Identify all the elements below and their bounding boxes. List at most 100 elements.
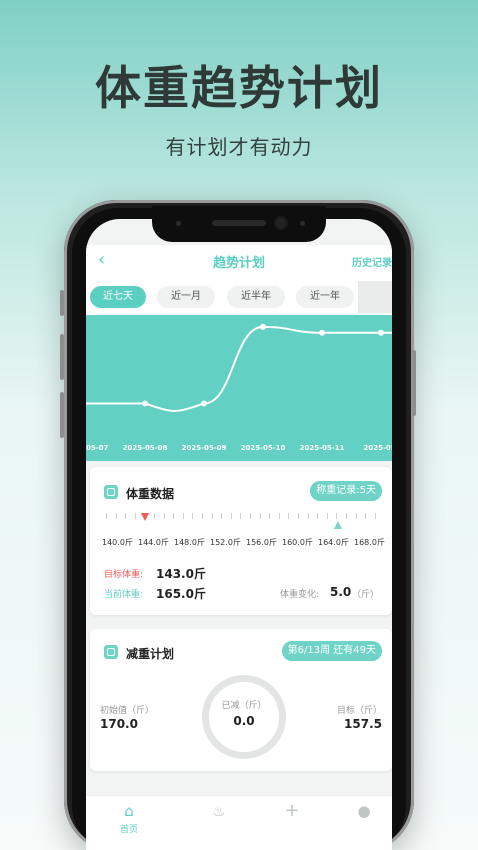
scale-label: 144.0斤 (138, 538, 169, 547)
ruler-tick (202, 513, 203, 519)
user-icon: ● (357, 802, 371, 820)
x-tick-label: 2025-05-08 (123, 444, 168, 452)
tabbar-item-profile[interactable]: ● (344, 802, 384, 820)
scale-label: 160.0斤 (282, 538, 313, 547)
tab-7days[interactable]: 近七天 (90, 286, 146, 308)
initial-value: 170.0 (100, 717, 138, 731)
weight-change-label: 体重变化: (280, 590, 320, 600)
mute-switch (60, 290, 64, 316)
plan-icon (104, 645, 118, 659)
ruler-tick (317, 513, 319, 519)
data-point[interactable] (142, 400, 148, 407)
lost-label: 已减（斤） (221, 701, 267, 711)
weight-data-card: 体重数据 称重记录:5天 140.0斤 144.0斤 148.0斤 152.0斤… (90, 467, 392, 615)
x-tick-label: 2025-05-10 (241, 444, 286, 452)
current-weight-value: 165.0斤 (156, 587, 206, 601)
lost-value: 0.0 (233, 714, 255, 728)
scale-label: 140.0斤 (102, 538, 133, 547)
ruler-tick (355, 513, 357, 519)
goal-value: 157.5 (344, 717, 382, 731)
tabbar-item-flame[interactable]: ♨ (199, 802, 239, 820)
period-tabs: 近七天 近一月 近半年 近一年 (86, 277, 392, 315)
sensor-dot (176, 221, 181, 226)
plan-week-badge[interactable]: 第6/13周 还有49天 (281, 641, 382, 661)
ruler-tick (106, 513, 107, 519)
x-tick-label: 2025-05-09 (182, 444, 227, 452)
progress-ring: 已减（斤） 0.0 (202, 675, 286, 759)
ruler-tick (278, 513, 280, 519)
ruler-tick (298, 513, 299, 519)
goal-label: 目标（斤） (336, 706, 382, 716)
ruler-tick (230, 513, 232, 519)
ruler-tick (173, 513, 175, 519)
ruler-tick (365, 513, 367, 519)
target-weight-value: 143.0斤 (156, 567, 206, 581)
tabbar-item-add[interactable]: + (272, 802, 312, 820)
ruler-tick (326, 513, 328, 519)
weight-card-title: 体重数据 (126, 487, 175, 501)
ruler-tick (269, 513, 271, 519)
ruler-tick (163, 513, 165, 519)
ruler-tick (374, 513, 376, 519)
tab-1month[interactable]: 近一月 (157, 286, 215, 308)
weight-trend-chart: 05-07 2025-05-08 2025-05-09 2025-05-10 2025-… (86, 315, 392, 461)
plan-card-title: 减重计划 (126, 647, 175, 661)
front-camera (276, 218, 286, 228)
weight-loss-plan-card: 减重计划 第6/13周 还有49天 初始值（斤） 170.0 已减（斤） 0.0… (90, 629, 392, 771)
nav-bar: ‹ 趋势计划 历史记录 (86, 245, 392, 277)
home-icon: ⌂ (124, 802, 134, 820)
data-point[interactable] (378, 329, 384, 336)
target-weight-label: 目标体重: (104, 570, 144, 580)
ruler-tick (307, 513, 309, 519)
scale-label: 168.0斤 (354, 538, 385, 547)
sensor-dot (300, 221, 305, 226)
ruler-tick (211, 513, 213, 519)
ruler-tick (134, 513, 136, 519)
current-marker (334, 521, 342, 529)
flame-icon: ♨ (212, 802, 226, 820)
tabbar-home-label: 首页 (119, 825, 138, 835)
page-title: 趋势计划 (212, 256, 265, 271)
tabbar-item-home[interactable]: ⌂ 首页 (109, 802, 149, 835)
promo-headline: 体重趋势计划 (95, 61, 383, 115)
promo-subline: 有计划才有动力 (165, 135, 313, 159)
weigh-record-badge[interactable]: 称重记录:5天 (310, 481, 382, 501)
data-point[interactable] (201, 400, 207, 407)
ruler-tick (240, 513, 242, 519)
history-link[interactable]: 历史记录 (352, 254, 392, 269)
tab-scroll-area (358, 281, 392, 313)
scale-label: 164.0斤 (318, 538, 349, 547)
phone-notch (152, 206, 326, 242)
ruler-tick (125, 513, 127, 519)
chart-svg: 05-07 2025-05-08 2025-05-09 2025-05-10 2025-… (86, 323, 392, 452)
x-tick-label: 2025-05-11 (300, 444, 345, 452)
ruler-tick (115, 513, 117, 519)
scale-label: 148.0斤 (174, 538, 205, 547)
data-point[interactable] (260, 323, 266, 330)
tab-1year[interactable]: 近一年 (296, 286, 354, 308)
power-button (412, 350, 416, 416)
weight-change-unit: （斤） (352, 590, 380, 600)
ruler-tick (221, 513, 223, 519)
bottom-tab-bar: ⌂ 首页 ♨ + ● (86, 795, 392, 850)
ruler-tick (192, 513, 194, 519)
plus-icon: + (284, 800, 300, 821)
ruler-tick (259, 513, 261, 519)
scale-label: 156.0斤 (246, 538, 277, 547)
tab-half-year[interactable]: 近半年 (227, 286, 285, 308)
scale-label: 152.0斤 (210, 538, 241, 547)
volume-up-button (60, 334, 64, 380)
x-tick-label: 2025-05- (363, 444, 392, 452)
data-point[interactable] (319, 329, 325, 336)
target-marker (141, 513, 149, 521)
current-weight-label: 当前体重: (104, 590, 144, 600)
ruler-tick (154, 513, 155, 519)
app-screen: ‹ 趋势计划 历史记录 近七天 近一月 近半年 近一年 05-07 2025-05… (86, 219, 392, 850)
ruler-tick (288, 513, 290, 519)
scale-icon (104, 485, 118, 499)
volume-down-button (60, 392, 64, 438)
ruler-tick (182, 513, 184, 519)
series-line (86, 325, 392, 412)
ruler-tick (336, 513, 338, 519)
initial-value-label: 初始值（斤） (100, 706, 155, 716)
